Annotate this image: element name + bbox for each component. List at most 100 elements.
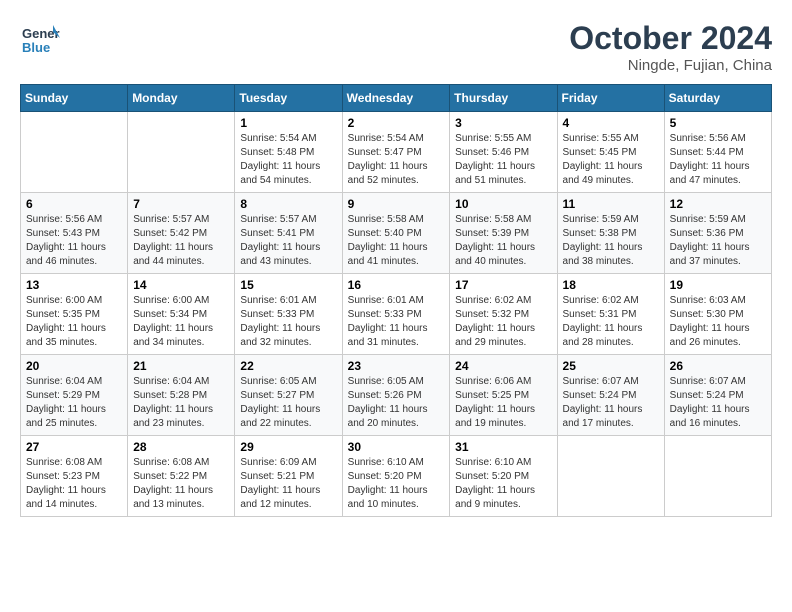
day-info: Sunrise: 6:01 AM Sunset: 5:33 PM Dayligh… bbox=[240, 294, 336, 350]
day-info: Sunrise: 6:07 AM Sunset: 5:24 PM Dayligh… bbox=[563, 375, 659, 431]
calendar-cell: 2Sunrise: 5:54 AM Sunset: 5:47 PM Daylig… bbox=[342, 112, 450, 193]
day-number: 7 bbox=[133, 197, 229, 211]
day-info: Sunrise: 5:58 AM Sunset: 5:40 PM Dayligh… bbox=[348, 213, 445, 269]
calendar-header-row: SundayMondayTuesdayWednesdayThursdayFrid… bbox=[21, 85, 772, 112]
calendar-cell: 11Sunrise: 5:59 AM Sunset: 5:38 PM Dayli… bbox=[557, 193, 664, 274]
day-number: 17 bbox=[455, 278, 551, 292]
calendar-cell: 19 Sunrise: 6:03 AM Sunset: 5:30 PM Dayli… bbox=[664, 274, 771, 355]
calendar-cell: 31 Sunrise: 6:10 AM Sunset: 5:20 PM Dayli… bbox=[450, 436, 557, 517]
day-info: Sunrise: 6:00 AM Sunset: 5:35 PM Dayligh… bbox=[26, 294, 122, 350]
calendar-cell: 12 Sunrise: 5:59 AM Sunset: 5:36 PM Dayli… bbox=[664, 193, 771, 274]
calendar-cell: 5 Sunrise: 5:56 AM Sunset: 5:44 PM Daylig… bbox=[664, 112, 771, 193]
calendar-cell: 28Sunrise: 6:08 AM Sunset: 5:22 PM Dayli… bbox=[128, 436, 235, 517]
day-number: 20 bbox=[26, 359, 122, 373]
calendar-cell bbox=[664, 436, 771, 517]
day-number: 29 bbox=[240, 440, 336, 454]
calendar-cell: 6 Sunrise: 5:56 AM Sunset: 5:43 PM Daylig… bbox=[21, 193, 128, 274]
day-info: Sunrise: 5:56 AM Sunset: 5:43 PM Dayligh… bbox=[26, 213, 122, 269]
title-block: October 2024 Ningde, Fujian, China bbox=[569, 20, 772, 74]
calendar-week-row: 13 Sunrise: 6:00 AM Sunset: 5:35 PM Dayli… bbox=[21, 274, 772, 355]
calendar-cell: 7 Sunrise: 5:57 AM Sunset: 5:42 PM Daylig… bbox=[128, 193, 235, 274]
calendar-cell: 15 Sunrise: 6:01 AM Sunset: 5:33 PM Dayli… bbox=[235, 274, 342, 355]
day-number: 30 bbox=[348, 440, 445, 454]
calendar-cell: 14Sunrise: 6:00 AM Sunset: 5:34 PM Dayli… bbox=[128, 274, 235, 355]
calendar-week-row: 27Sunrise: 6:08 AM Sunset: 5:23 PM Dayli… bbox=[21, 436, 772, 517]
calendar-cell: 21 Sunrise: 6:04 AM Sunset: 5:28 PM Dayli… bbox=[128, 355, 235, 436]
day-info: Sunrise: 5:56 AM Sunset: 5:44 PM Dayligh… bbox=[670, 132, 766, 188]
calendar-cell: 25 Sunrise: 6:07 AM Sunset: 5:24 PM Dayli… bbox=[557, 355, 664, 436]
day-number: 15 bbox=[240, 278, 336, 292]
calendar-cell bbox=[21, 112, 128, 193]
day-number: 16 bbox=[348, 278, 445, 292]
month-title: October 2024 bbox=[569, 20, 772, 57]
location: Ningde, Fujian, China bbox=[569, 57, 772, 74]
day-number: 31 bbox=[455, 440, 551, 454]
day-number: 5 bbox=[670, 116, 766, 130]
day-info: Sunrise: 5:57 AM Sunset: 5:41 PM Dayligh… bbox=[240, 213, 336, 269]
day-info: Sunrise: 6:05 AM Sunset: 5:26 PM Dayligh… bbox=[348, 375, 445, 431]
page-header: General Blue October 2024 Ningde, Fujian… bbox=[20, 20, 772, 74]
calendar-cell: 3 Sunrise: 5:55 AM Sunset: 5:46 PM Daylig… bbox=[450, 112, 557, 193]
day-info: Sunrise: 6:01 AM Sunset: 5:33 PM Dayligh… bbox=[348, 294, 445, 350]
day-info: Sunrise: 6:03 AM Sunset: 5:30 PM Dayligh… bbox=[670, 294, 766, 350]
day-number: 24 bbox=[455, 359, 551, 373]
calendar-cell bbox=[557, 436, 664, 517]
calendar-cell: 27Sunrise: 6:08 AM Sunset: 5:23 PM Dayli… bbox=[21, 436, 128, 517]
day-info: Sunrise: 5:55 AM Sunset: 5:46 PM Dayligh… bbox=[455, 132, 551, 188]
day-info: Sunrise: 6:02 AM Sunset: 5:31 PM Dayligh… bbox=[563, 294, 659, 350]
calendar-cell: 24Sunrise: 6:06 AM Sunset: 5:25 PM Dayli… bbox=[450, 355, 557, 436]
calendar-week-row: 1Sunrise: 5:54 AM Sunset: 5:48 PM Daylig… bbox=[21, 112, 772, 193]
day-number: 19 bbox=[670, 278, 766, 292]
day-number: 18 bbox=[563, 278, 659, 292]
day-number: 22 bbox=[240, 359, 336, 373]
day-info: Sunrise: 5:58 AM Sunset: 5:39 PM Dayligh… bbox=[455, 213, 551, 269]
calendar-cell: 13 Sunrise: 6:00 AM Sunset: 5:35 PM Dayli… bbox=[21, 274, 128, 355]
day-info: Sunrise: 6:02 AM Sunset: 5:32 PM Dayligh… bbox=[455, 294, 551, 350]
day-info: Sunrise: 5:54 AM Sunset: 5:47 PM Dayligh… bbox=[348, 132, 445, 188]
calendar-cell bbox=[128, 112, 235, 193]
weekday-header-friday: Friday bbox=[557, 85, 664, 112]
day-number: 12 bbox=[670, 197, 766, 211]
weekday-header-saturday: Saturday bbox=[664, 85, 771, 112]
day-info: Sunrise: 6:07 AM Sunset: 5:24 PM Dayligh… bbox=[670, 375, 766, 431]
day-number: 3 bbox=[455, 116, 551, 130]
day-info: Sunrise: 6:04 AM Sunset: 5:28 PM Dayligh… bbox=[133, 375, 229, 431]
calendar-cell: 26 Sunrise: 6:07 AM Sunset: 5:24 PM Dayli… bbox=[664, 355, 771, 436]
weekday-header-monday: Monday bbox=[128, 85, 235, 112]
day-number: 10 bbox=[455, 197, 551, 211]
day-info: Sunrise: 6:10 AM Sunset: 5:20 PM Dayligh… bbox=[455, 456, 551, 512]
day-info: Sunrise: 5:57 AM Sunset: 5:42 PM Dayligh… bbox=[133, 213, 229, 269]
day-number: 25 bbox=[563, 359, 659, 373]
day-info: Sunrise: 5:59 AM Sunset: 5:36 PM Dayligh… bbox=[670, 213, 766, 269]
calendar-cell: 22Sunrise: 6:05 AM Sunset: 5:27 PM Dayli… bbox=[235, 355, 342, 436]
day-info: Sunrise: 6:09 AM Sunset: 5:21 PM Dayligh… bbox=[240, 456, 336, 512]
calendar-cell: 17 Sunrise: 6:02 AM Sunset: 5:32 PM Dayli… bbox=[450, 274, 557, 355]
day-info: Sunrise: 6:10 AM Sunset: 5:20 PM Dayligh… bbox=[348, 456, 445, 512]
calendar-cell: 9Sunrise: 5:58 AM Sunset: 5:40 PM Daylig… bbox=[342, 193, 450, 274]
day-number: 21 bbox=[133, 359, 229, 373]
weekday-header-wednesday: Wednesday bbox=[342, 85, 450, 112]
calendar-cell: 1Sunrise: 5:54 AM Sunset: 5:48 PM Daylig… bbox=[235, 112, 342, 193]
calendar-cell: 18 Sunrise: 6:02 AM Sunset: 5:31 PM Dayli… bbox=[557, 274, 664, 355]
day-info: Sunrise: 5:59 AM Sunset: 5:38 PM Dayligh… bbox=[563, 213, 659, 269]
calendar-week-row: 6 Sunrise: 5:56 AM Sunset: 5:43 PM Daylig… bbox=[21, 193, 772, 274]
calendar-table: SundayMondayTuesdayWednesdayThursdayFrid… bbox=[20, 84, 772, 517]
day-number: 6 bbox=[26, 197, 122, 211]
calendar-cell: 4Sunrise: 5:55 AM Sunset: 5:45 PM Daylig… bbox=[557, 112, 664, 193]
day-info: Sunrise: 6:04 AM Sunset: 5:29 PM Dayligh… bbox=[26, 375, 122, 431]
day-number: 26 bbox=[670, 359, 766, 373]
calendar-cell: 30 Sunrise: 6:10 AM Sunset: 5:20 PM Dayli… bbox=[342, 436, 450, 517]
calendar-cell: 10 Sunrise: 5:58 AM Sunset: 5:39 PM Dayli… bbox=[450, 193, 557, 274]
day-info: Sunrise: 6:08 AM Sunset: 5:23 PM Dayligh… bbox=[26, 456, 122, 512]
day-number: 8 bbox=[240, 197, 336, 211]
calendar-cell: 29 Sunrise: 6:09 AM Sunset: 5:21 PM Dayli… bbox=[235, 436, 342, 517]
logo-icon: General Blue bbox=[20, 20, 60, 60]
day-info: Sunrise: 5:54 AM Sunset: 5:48 PM Dayligh… bbox=[240, 132, 336, 188]
day-number: 13 bbox=[26, 278, 122, 292]
svg-text:Blue: Blue bbox=[22, 40, 50, 55]
logo: General Blue bbox=[20, 20, 64, 60]
day-info: Sunrise: 6:08 AM Sunset: 5:22 PM Dayligh… bbox=[133, 456, 229, 512]
calendar-cell: 20 Sunrise: 6:04 AM Sunset: 5:29 PM Dayli… bbox=[21, 355, 128, 436]
day-info: Sunrise: 6:00 AM Sunset: 5:34 PM Dayligh… bbox=[133, 294, 229, 350]
calendar-cell: 8 Sunrise: 5:57 AM Sunset: 5:41 PM Daylig… bbox=[235, 193, 342, 274]
